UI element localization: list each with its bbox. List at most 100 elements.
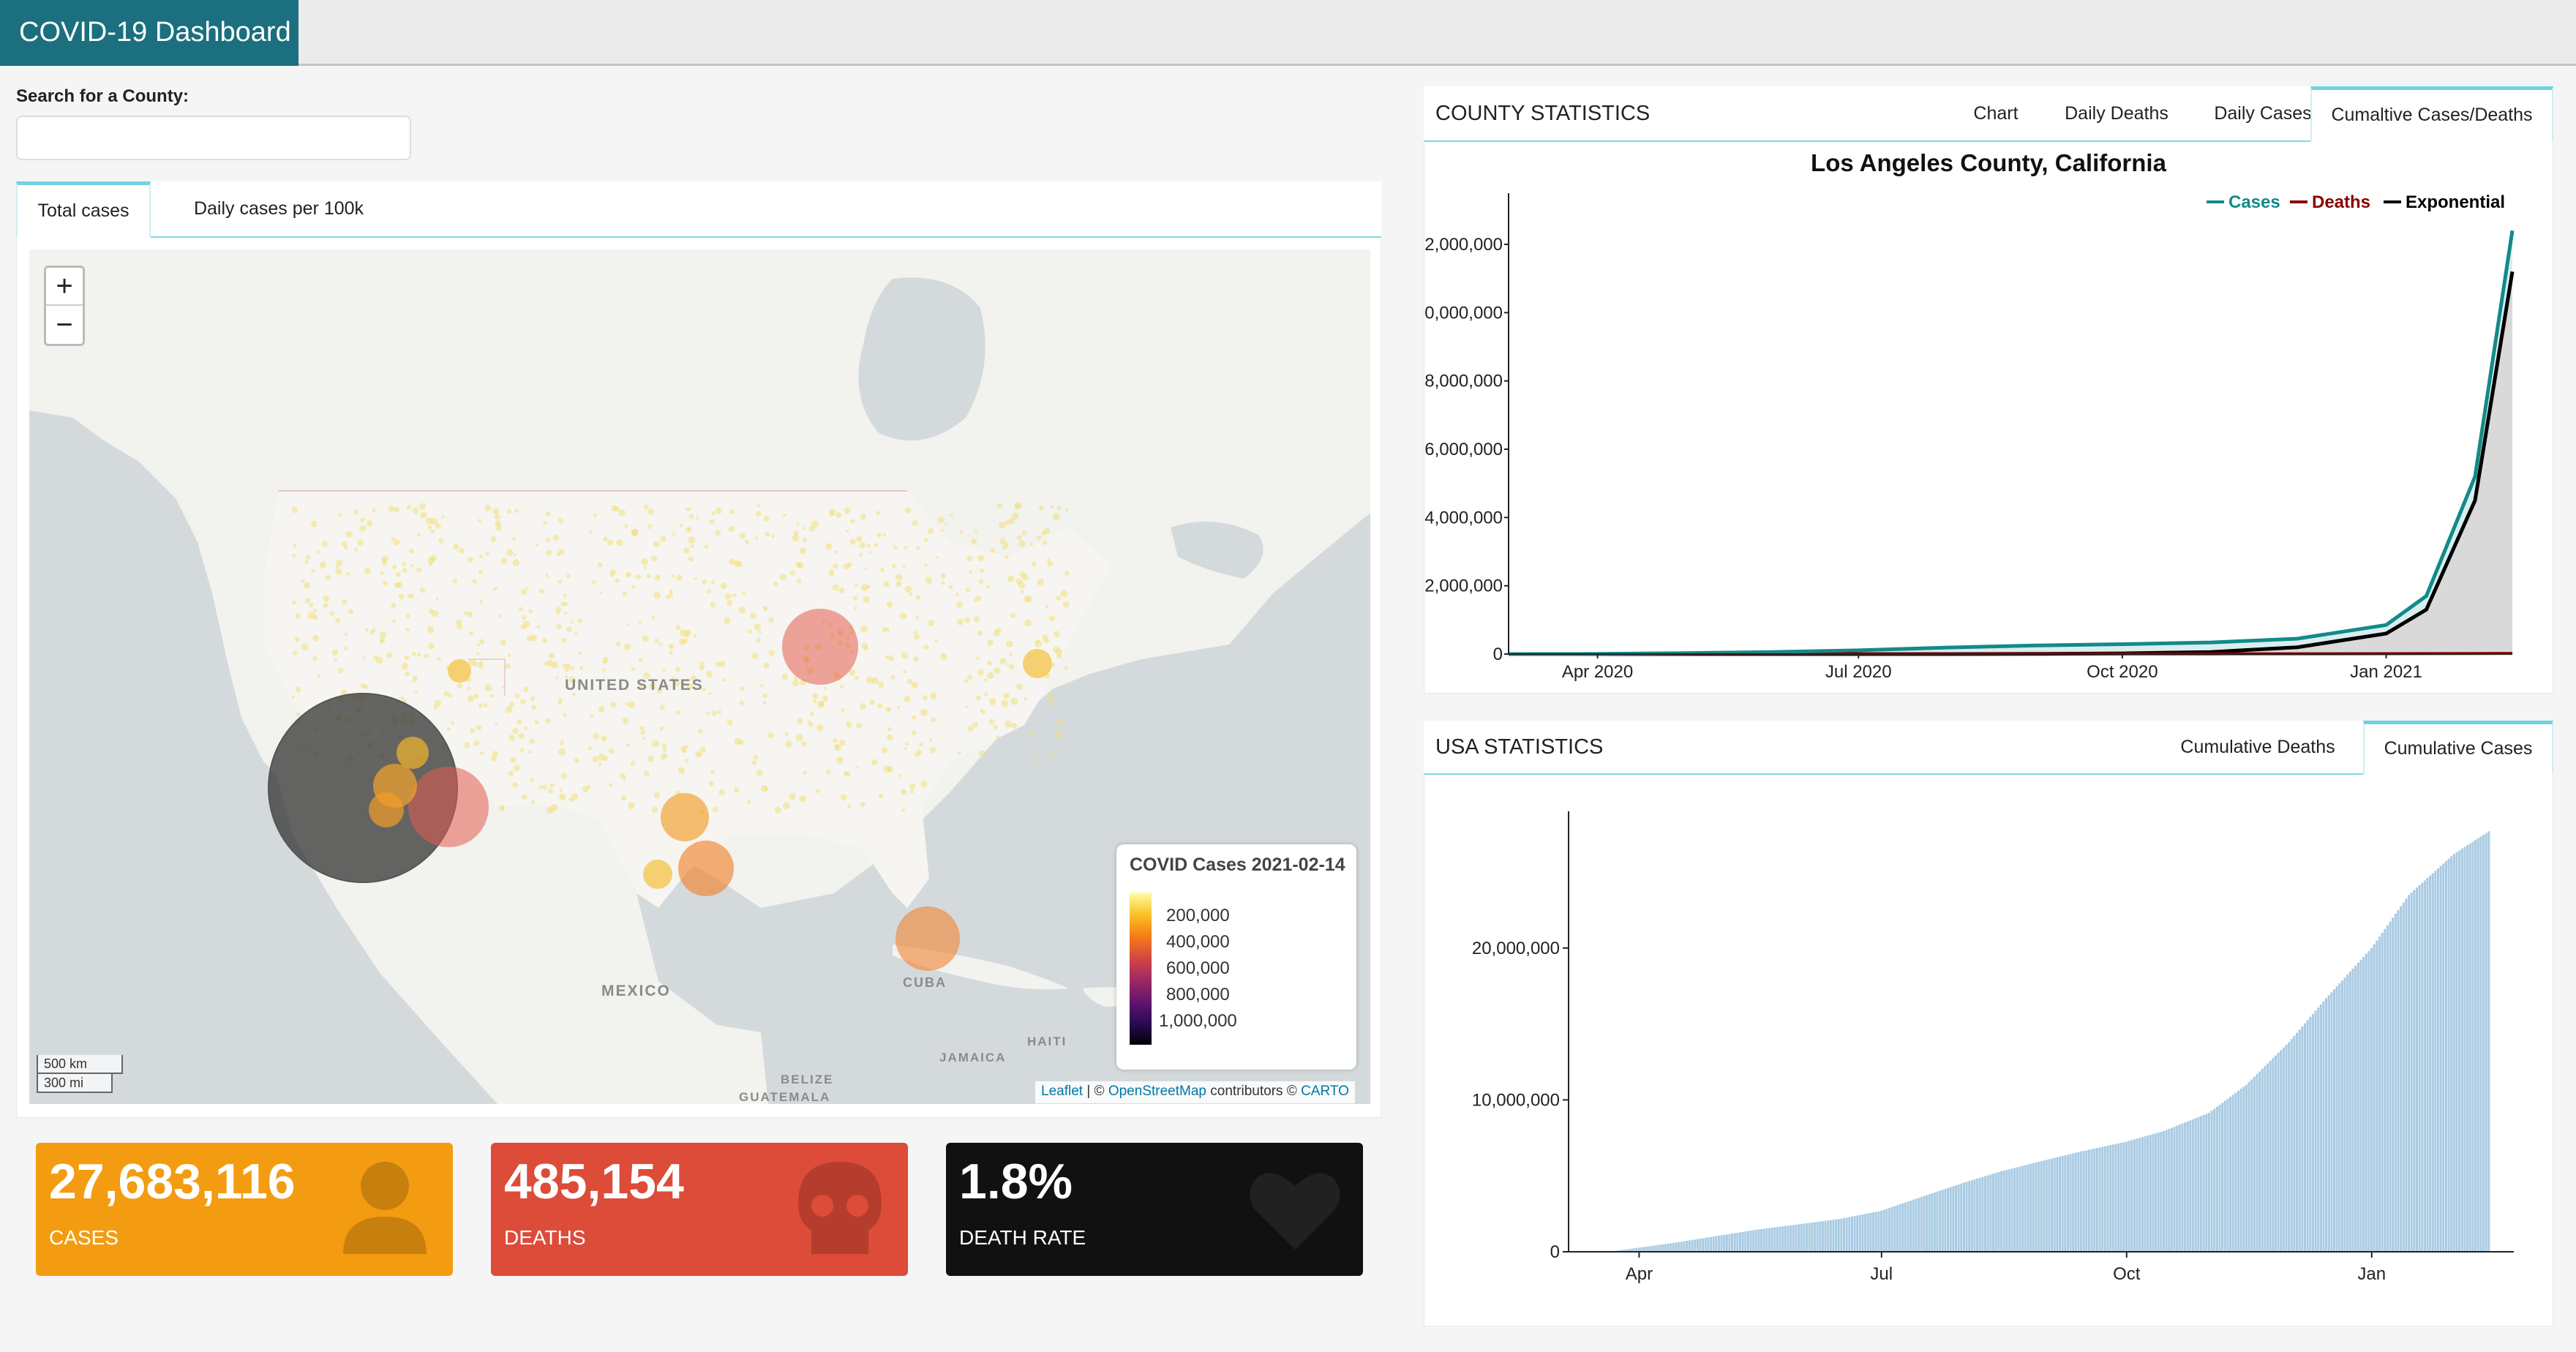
- series-exponential: [1509, 271, 2515, 656]
- daily-bar: [1699, 1239, 1702, 1252]
- county-dot: [880, 567, 885, 572]
- daily-bar: [2340, 980, 2344, 1252]
- daily-bar: [1688, 1240, 1691, 1252]
- county-dot: [1018, 540, 1026, 547]
- county-dot: [841, 708, 845, 713]
- zoom-out-button[interactable]: −: [46, 307, 83, 345]
- carto-link[interactable]: CARTO: [1301, 1084, 1349, 1099]
- county-dot: [846, 721, 852, 728]
- daily-bar: [1811, 1223, 1814, 1252]
- bubble-maricopa[interactable]: [408, 767, 489, 847]
- county-dot: [751, 760, 757, 765]
- county-dot: [984, 678, 988, 682]
- daily-bar: [1877, 1211, 1880, 1252]
- daily-bar: [1765, 1228, 1768, 1252]
- bubble-miami-dade[interactable]: [895, 906, 960, 971]
- daily-bar: [1787, 1225, 1790, 1252]
- county-dot: [835, 744, 839, 748]
- county-dot: [1050, 505, 1054, 509]
- tab-total-cases[interactable]: Total cases: [16, 181, 151, 238]
- county-dot: [420, 587, 425, 593]
- county-dot: [680, 523, 683, 527]
- county-dot: [887, 707, 891, 712]
- county-dot: [688, 556, 694, 562]
- x-tick-label: Jul 2020: [1825, 662, 1892, 682]
- daily-bar: [1962, 1182, 1965, 1252]
- bubble-riverside[interactable]: [397, 737, 429, 769]
- county-dot: [904, 585, 912, 593]
- series-cases: [1508, 230, 2515, 656]
- county-dot: [335, 617, 341, 623]
- tab-cumulative-deaths[interactable]: Cumulative Deaths: [2163, 721, 2353, 773]
- bubble-orange[interactable]: [369, 792, 404, 827]
- deaths-value: 485,154: [504, 1154, 684, 1209]
- county-dot: [699, 661, 705, 666]
- leaflet-link[interactable]: Leaflet: [1041, 1084, 1083, 1099]
- tab-daily-cases-per-100k[interactable]: Daily cases per 100k: [152, 181, 405, 236]
- county-dot: [500, 557, 508, 565]
- daily-bar: [2043, 1160, 2046, 1252]
- county-dot: [431, 609, 439, 617]
- daily-bar: [1656, 1244, 1659, 1252]
- county-dot: [545, 574, 549, 578]
- map-label-belize: BELIZE: [781, 1073, 833, 1086]
- county-dot: [508, 653, 511, 658]
- county-dot: [948, 585, 953, 590]
- tab-cumulative-cases-deaths[interactable]: Cumaltive Cases/Deaths: [2310, 86, 2553, 142]
- county-dot: [964, 617, 971, 623]
- daily-bar: [2253, 1076, 2256, 1252]
- county-dot: [734, 787, 740, 793]
- bubble-dallas[interactable]: [661, 793, 709, 841]
- county-dot: [550, 804, 558, 811]
- daily-bar: [2434, 871, 2437, 1252]
- county-dot: [915, 615, 920, 620]
- app-title: COVID-19 Dashboard: [0, 0, 298, 66]
- tab-daily-deaths[interactable]: Daily Deaths: [2043, 86, 2190, 140]
- county-chart[interactable]: Los Angeles County, California Cases Death…: [1424, 142, 2553, 692]
- tab-cumulative-cases[interactable]: Cumulative Cases: [2363, 721, 2553, 775]
- bubble-clark[interactable]: [448, 659, 471, 683]
- county-dot: [785, 740, 792, 748]
- x-tick-label: Apr 2020: [1562, 662, 1633, 682]
- county-dot: [971, 538, 977, 545]
- bubble-new-york[interactable]: [1023, 649, 1052, 678]
- osm-link[interactable]: OpenStreetMap: [1108, 1084, 1206, 1099]
- daily-bar: [2370, 947, 2373, 1252]
- county-search-input[interactable]: [16, 116, 411, 160]
- attrib-contrib: contributors ©: [1206, 1084, 1302, 1099]
- daily-bar: [2413, 890, 2416, 1252]
- county-dot: [768, 650, 775, 656]
- county-dot: [728, 525, 735, 533]
- daily-bar: [1890, 1206, 1893, 1252]
- county-dot: [711, 511, 716, 515]
- county-dot: [363, 656, 367, 659]
- county-dot: [514, 693, 520, 699]
- county-dot: [901, 789, 907, 795]
- county-dot: [745, 540, 749, 544]
- county-dot: [625, 702, 628, 706]
- bubble-bexar[interactable]: [643, 860, 672, 889]
- county-dot: [742, 591, 746, 596]
- daily-bar: [2392, 917, 2395, 1252]
- county-dot: [978, 750, 985, 757]
- county-dot: [342, 599, 348, 605]
- bubble-cook[interactable]: [782, 609, 858, 685]
- county-dot: [722, 677, 726, 682]
- county-dot: [906, 678, 913, 685]
- zoom-in-button[interactable]: +: [46, 268, 83, 306]
- daily-bar: [2207, 1113, 2210, 1252]
- county-dot: [783, 802, 791, 810]
- county-dot: [977, 669, 984, 676]
- daily-bar: [1970, 1180, 1973, 1252]
- bubble-harris[interactable]: [678, 841, 734, 896]
- daily-bar: [2256, 1074, 2258, 1252]
- tab-chart[interactable]: Chart: [1948, 86, 2043, 140]
- usa-chart[interactable]: 0 10,000,000 20,000,000 Apr Jul Oct Jan: [1424, 775, 2553, 1325]
- county-dot: [1034, 639, 1043, 647]
- daily-bar: [2010, 1168, 2013, 1252]
- county-dot: [904, 545, 908, 549]
- county-dot: [424, 653, 429, 658]
- county-dot: [838, 740, 846, 746]
- county-dot: [1007, 575, 1015, 582]
- county-dot: [886, 601, 893, 608]
